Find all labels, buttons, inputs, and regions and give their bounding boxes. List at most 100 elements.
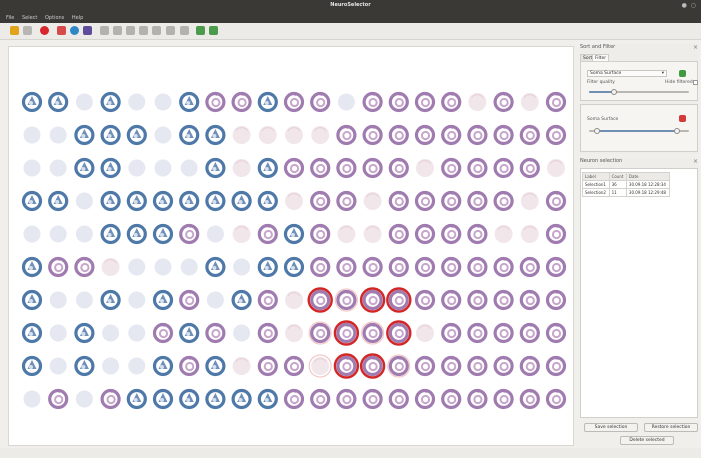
neuron-thumbnail[interactable] xyxy=(102,324,120,342)
neuron-thumbnail[interactable] xyxy=(205,190,226,212)
neuron-thumbnail[interactable] xyxy=(441,355,462,377)
neuron-thumbnail[interactable] xyxy=(441,256,462,278)
neuron-thumbnail[interactable] xyxy=(232,357,251,375)
neuron-thumbnail[interactable] xyxy=(49,291,67,309)
save-selection-button[interactable]: Save selection xyxy=(584,423,638,432)
grid-4-icon[interactable] xyxy=(152,26,161,35)
neuron-thumbnail[interactable] xyxy=(233,324,251,342)
neuron-thumbnail[interactable] xyxy=(283,157,305,179)
neuron-thumbnail[interactable] xyxy=(362,91,383,113)
neuron-thumbnail[interactable] xyxy=(23,126,41,144)
menu-help[interactable]: Help xyxy=(72,15,83,21)
neuron-thumbnail[interactable] xyxy=(21,91,43,113)
neuron-thumbnail[interactable] xyxy=(126,190,147,212)
neuron-thumbnail[interactable] xyxy=(23,390,41,408)
neuron-thumbnail[interactable] xyxy=(308,321,332,345)
neuron-grid[interactable] xyxy=(9,47,575,447)
camera-icon[interactable] xyxy=(83,26,92,35)
neuron-thumbnail[interactable] xyxy=(414,124,436,146)
neuron-thumbnail[interactable] xyxy=(310,190,331,212)
tab-filter[interactable]: Filter xyxy=(592,54,610,61)
column-date[interactable]: Date xyxy=(625,172,671,181)
neuron-thumbnail[interactable] xyxy=(100,388,121,410)
filter-combo[interactable]: Soma Surface ▾ xyxy=(587,70,667,77)
neuron-thumbnail[interactable] xyxy=(49,225,67,243)
neuron-thumbnail[interactable] xyxy=(21,289,43,311)
neuron-thumbnail[interactable] xyxy=(179,388,200,410)
neuron-thumbnail[interactable] xyxy=(310,157,331,179)
neuron-thumbnail[interactable] xyxy=(362,124,383,146)
neuron-thumbnail[interactable] xyxy=(520,93,539,111)
neuron-thumbnail[interactable] xyxy=(233,258,251,276)
neuron-thumbnail[interactable] xyxy=(386,320,412,346)
neuron-thumbnail[interactable] xyxy=(333,353,360,379)
neuron-thumbnail[interactable] xyxy=(257,388,278,410)
menu-file[interactable]: File xyxy=(6,15,14,21)
neuron-thumbnail[interactable] xyxy=(519,256,540,278)
neuron-thumbnail[interactable] xyxy=(154,258,172,276)
neuron-thumbnail[interactable] xyxy=(467,157,488,179)
neuron-thumbnail[interactable] xyxy=(231,289,252,311)
neuron-thumbnail[interactable] xyxy=(441,223,462,245)
neuron-thumbnail[interactable] xyxy=(257,157,278,179)
neuron-thumbnail[interactable] xyxy=(179,322,200,344)
neuron-thumbnail[interactable] xyxy=(48,190,69,212)
neuron-thumbnail[interactable] xyxy=(152,190,174,212)
neuron-thumbnail[interactable] xyxy=(441,322,462,344)
close-icon[interactable]: × xyxy=(693,44,698,51)
neuron-thumbnail[interactable] xyxy=(416,159,434,177)
neuron-thumbnail[interactable] xyxy=(545,223,567,245)
neuron-thumbnail[interactable] xyxy=(441,157,462,179)
neuron-thumbnail[interactable] xyxy=(441,388,462,410)
neuron-thumbnail[interactable] xyxy=(152,355,174,377)
neuron-thumbnail[interactable] xyxy=(75,390,93,408)
neuron-thumbnail[interactable] xyxy=(179,124,200,146)
neuron-thumbnail[interactable] xyxy=(467,322,488,344)
hide-filtered-checkbox[interactable] xyxy=(693,80,698,85)
column-label[interactable]: Label xyxy=(582,172,610,181)
neuron-thumbnail[interactable] xyxy=(100,124,121,146)
neuron-thumbnail[interactable] xyxy=(180,159,198,177)
neuron-thumbnail[interactable] xyxy=(311,126,330,144)
neuron-thumbnail[interactable] xyxy=(48,91,69,113)
neuron-thumbnail[interactable] xyxy=(179,223,200,245)
neuron-thumbnail[interactable] xyxy=(441,289,462,311)
neuron-thumbnail[interactable] xyxy=(388,256,409,278)
neuron-thumbnail[interactable] xyxy=(336,256,357,278)
neuron-thumbnail[interactable] xyxy=(23,225,41,243)
neuron-thumbnail[interactable] xyxy=(336,190,357,212)
neuron-thumbnail[interactable] xyxy=(441,91,462,113)
neuron-thumbnail[interactable] xyxy=(48,388,69,410)
neuron-thumbnail[interactable] xyxy=(49,159,67,177)
add-filter-icon[interactable] xyxy=(679,70,686,77)
grid-2-icon[interactable] xyxy=(126,26,135,35)
neuron-thumbnail[interactable] xyxy=(128,357,146,375)
filter-quality-slider[interactable] xyxy=(589,89,689,95)
table-row[interactable]: Selection1 36 30.09.18 12:28:34 xyxy=(582,180,671,189)
grid-1-icon[interactable] xyxy=(113,26,122,35)
neuron-thumbnail[interactable] xyxy=(205,256,226,278)
neuron-thumbnail[interactable] xyxy=(257,91,278,113)
neuron-thumbnail[interactable] xyxy=(519,355,540,377)
remove-filter-icon[interactable] xyxy=(679,115,686,122)
neuron-thumbnail[interactable] xyxy=(493,322,514,344)
neuron-thumbnail[interactable] xyxy=(283,256,305,278)
neuron-thumbnail[interactable] xyxy=(179,91,200,113)
neuron-thumbnail[interactable] xyxy=(493,289,514,311)
neuron-thumbnail[interactable] xyxy=(362,157,383,179)
record-icon[interactable] xyxy=(40,26,49,35)
neuron-thumbnail[interactable] xyxy=(467,355,488,377)
neuron-thumbnail[interactable] xyxy=(333,320,360,346)
neuron-thumbnail[interactable] xyxy=(232,225,251,243)
neuron-thumbnail[interactable] xyxy=(545,256,567,278)
neuron-thumbnail[interactable] xyxy=(21,256,43,278)
neuron-thumbnail[interactable] xyxy=(232,159,251,177)
neuron-thumbnail[interactable] xyxy=(493,157,514,179)
neuron-thumbnail[interactable] xyxy=(359,287,386,313)
neuron-thumbnail[interactable] xyxy=(257,256,278,278)
neuron-thumbnail[interactable] xyxy=(547,159,565,177)
neuron-thumbnail[interactable] xyxy=(467,190,488,212)
neuron-thumbnail[interactable] xyxy=(75,291,93,309)
neuron-thumbnail[interactable] xyxy=(126,223,147,245)
neuron-thumbnail[interactable] xyxy=(308,354,332,378)
